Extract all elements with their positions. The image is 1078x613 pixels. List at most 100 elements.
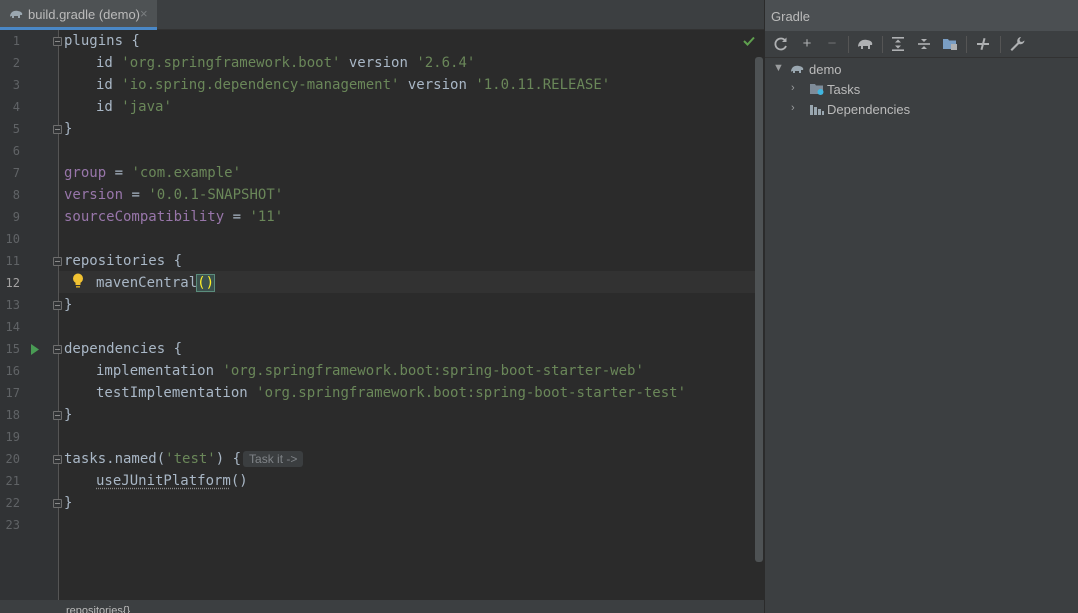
tab-build-gradle[interactable]: build.gradle (demo) × bbox=[0, 0, 157, 30]
line-number: 7 bbox=[12, 166, 20, 180]
fold-marker[interactable] bbox=[53, 37, 62, 46]
code-line-22: } bbox=[64, 495, 73, 511]
tree-node-label: Dependencies bbox=[827, 102, 911, 117]
line-number: 20 bbox=[5, 452, 20, 466]
code-token: = bbox=[123, 187, 149, 203]
gradle-header: Gradle bbox=[765, 0, 1078, 31]
gradle-elephant-icon[interactable] bbox=[855, 34, 875, 54]
code-line-11: repositories { bbox=[64, 253, 183, 269]
fold-marker[interactable] bbox=[53, 455, 62, 464]
fold-marker[interactable] bbox=[53, 257, 62, 266]
chevron-down-icon[interactable]: ▼ bbox=[773, 62, 784, 74]
code-line-15: dependencies { bbox=[64, 341, 183, 357]
no-problems-check-icon[interactable] bbox=[743, 36, 755, 46]
line-number: 8 bbox=[12, 188, 20, 202]
fold-marker[interactable] bbox=[53, 301, 62, 310]
expand-all-icon[interactable] bbox=[888, 34, 908, 54]
code-line-4: id 'java' bbox=[96, 96, 172, 118]
line-number: 18 bbox=[5, 408, 20, 422]
gradle-project-icon bbox=[791, 65, 804, 73]
tab-close-icon[interactable]: × bbox=[140, 6, 148, 21]
code-line-8: version = '0.0.1-SNAPSHOT' bbox=[64, 184, 283, 206]
code-token: version bbox=[399, 77, 476, 93]
line-number: 10 bbox=[5, 232, 20, 246]
code-token: id bbox=[96, 55, 122, 71]
reload-icon[interactable] bbox=[771, 34, 791, 54]
code-token: useJUnitPlatform bbox=[96, 473, 231, 489]
tab-label: build.gradle (demo) bbox=[28, 7, 141, 22]
code-string: 'test' bbox=[165, 451, 216, 467]
code-token: ) { bbox=[215, 451, 242, 467]
code-string: 'org.springframework.boot' bbox=[121, 55, 341, 71]
code-line-5: } bbox=[64, 121, 73, 137]
code-line-2: id 'org.springframework.boot' version '2… bbox=[96, 52, 475, 74]
toolbar-separator bbox=[882, 36, 883, 53]
chevron-right-icon[interactable]: › bbox=[791, 82, 795, 94]
code-line-18: } bbox=[64, 407, 73, 423]
editor-scrollbar[interactable] bbox=[755, 57, 763, 562]
line-number: 3 bbox=[12, 78, 20, 92]
line-number: 15 bbox=[5, 342, 20, 356]
toolbar-separator bbox=[848, 36, 849, 53]
toolbar-separator bbox=[1000, 36, 1001, 53]
lightbulb-icon[interactable] bbox=[72, 273, 84, 289]
code-string: 'com.example' bbox=[131, 165, 242, 181]
code-string: '11' bbox=[249, 209, 284, 225]
wrench-icon[interactable] bbox=[1007, 34, 1027, 54]
editor-pane: build.gradle (demo) × 1 2 3 4 5 6 7 8 9 … bbox=[0, 0, 764, 613]
code-line-13: } bbox=[64, 297, 73, 313]
fold-marker[interactable] bbox=[53, 345, 62, 354]
fold-marker[interactable] bbox=[53, 125, 62, 134]
gradle-file-icon bbox=[10, 10, 23, 18]
line-number-current: 12 bbox=[5, 276, 20, 290]
line-number: 2 bbox=[12, 56, 20, 70]
code-line-20: tasks.named('test') {Task it -> bbox=[64, 448, 304, 470]
code-token: implementation bbox=[96, 363, 223, 379]
line-number: 14 bbox=[5, 320, 20, 334]
inlay-hint: Task it -> bbox=[243, 451, 304, 467]
code-token: = bbox=[224, 209, 250, 225]
line-number: 23 bbox=[5, 518, 20, 532]
code-line-3: id 'io.spring.dependency-management' ver… bbox=[96, 74, 610, 96]
code-property: sourceCompatibility bbox=[64, 209, 225, 225]
code-token: id bbox=[96, 77, 122, 93]
add-icon[interactable]: + bbox=[797, 34, 817, 54]
line-number: 4 bbox=[12, 100, 20, 114]
line-number: 22 bbox=[5, 496, 20, 510]
group-modules-icon[interactable] bbox=[940, 34, 960, 54]
code-string: '0.0.1-SNAPSHOT' bbox=[148, 187, 284, 203]
code-string: '2.6.4' bbox=[416, 55, 476, 71]
gradle-title: Gradle bbox=[771, 9, 811, 24]
fold-marker[interactable] bbox=[53, 499, 62, 508]
line-number: 19 bbox=[5, 430, 20, 444]
code-line-16: implementation 'org.springframework.boot… bbox=[96, 360, 644, 382]
code-property: version bbox=[64, 187, 124, 203]
line-number: 5 bbox=[12, 122, 20, 136]
fold-marker[interactable] bbox=[53, 411, 62, 420]
code-line-9: sourceCompatibility = '11' bbox=[64, 206, 283, 228]
code-token: id bbox=[96, 99, 122, 115]
line-number-gutter: 1 2 3 4 5 6 7 8 9 10 11 12 13 14 15 16 1… bbox=[0, 30, 62, 613]
code-string: 'java' bbox=[121, 99, 172, 115]
line-number: 1 bbox=[12, 34, 20, 48]
line-number: 13 bbox=[5, 298, 20, 312]
run-gutter-icon[interactable] bbox=[30, 344, 40, 355]
remove-icon[interactable]: − bbox=[822, 34, 842, 54]
matched-paren: () bbox=[196, 274, 216, 292]
tree-node-label: demo bbox=[809, 62, 842, 77]
gradle-tool-window: Gradle + − ▼ demo › Tasks › Dependencies bbox=[764, 0, 1078, 613]
line-number: 17 bbox=[5, 386, 20, 400]
code-token: testImplementation bbox=[96, 385, 257, 401]
breadcrumb-item[interactable]: repositories{} bbox=[66, 605, 130, 613]
collapse-all-icon[interactable] bbox=[914, 34, 934, 54]
tree-node-label: Tasks bbox=[827, 82, 861, 97]
offline-toggle-icon[interactable] bbox=[973, 34, 993, 54]
code-token: plugins { bbox=[64, 33, 140, 49]
code-line-17: testImplementation 'org.springframework.… bbox=[96, 382, 686, 404]
code-string: 'org.springframework.boot:spring-boot-st… bbox=[222, 363, 644, 379]
editor-tab-bar: build.gradle (demo) × bbox=[0, 0, 764, 30]
chevron-right-icon[interactable]: › bbox=[791, 102, 795, 114]
gradle-toolbar: + − bbox=[765, 31, 1078, 58]
code-token: tasks.named( bbox=[64, 451, 166, 467]
code-token: version bbox=[340, 55, 417, 71]
